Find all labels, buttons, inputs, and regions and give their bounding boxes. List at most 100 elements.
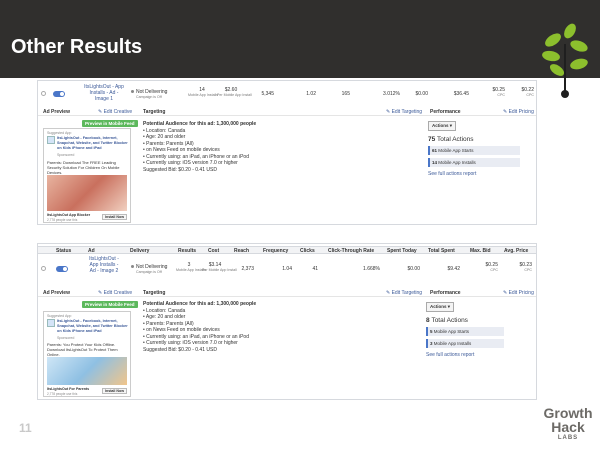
col-max-bid[interactable]: Max. Bid [470,248,491,254]
suggested-label: Suggested App [47,131,72,135]
col-clicks[interactable]: Clicks [300,248,315,254]
max-bid-cell: $0.25 CPC [478,262,498,272]
edit-creative-link[interactable]: ✎ Edit Creative [98,109,132,115]
results-cell: 14 Mobile App Installs [188,87,218,97]
results-sub: Mobile App Installs [188,93,218,97]
metric-mobile-app-installs[interactable]: 14 Mobile App Installs [428,158,520,167]
app-name: ItsLightsOut For Parents [47,387,90,391]
total-actions: 8 Total Actions [426,317,468,324]
targeting-list: Location: Canada Age: 20 and older Paren… [143,128,373,167]
cost-sub: Per Mobile App Install [217,93,252,97]
col-delivery[interactable]: Delivery [130,248,149,254]
metric-label: Mobile App Starts [433,329,470,334]
ad-report-panel-1: ItsLightsOut - App Installs - Ad - Image… [37,80,537,225]
preview-mobile-feed-button[interactable]: Preview in Mobile Feed [82,120,138,127]
status-toggle[interactable] [53,91,65,97]
frequency-value: 1.02 [306,91,316,97]
col-frequency[interactable]: Frequency [263,248,288,254]
slide-title: Other Results [11,36,143,58]
col-avg-price[interactable]: Avg. Price [504,248,528,254]
total-actions-label: Total Actions [437,136,474,143]
spent-today-value: $0.00 [415,91,428,97]
performance-heading: Performance [430,109,461,115]
targeting-heading: Targeting [143,109,166,115]
app-users: 2,778 people use this [47,392,78,396]
metric-mobile-app-starts[interactable]: 5 Mobile App Starts [426,327,504,336]
col-results[interactable]: Results [178,248,196,254]
edit-targeting-link[interactable]: ✎ Edit Targeting [386,109,422,115]
targeting-heading: Targeting [143,290,166,296]
leaf-logo-icon [542,23,588,98]
edit-pricing-link[interactable]: ✎ Edit Pricing [503,109,534,115]
clicks-value: 41 [312,266,318,272]
total-actions-count: 75 [428,136,436,143]
col-ctr[interactable]: Click-Through Rate [328,248,374,254]
total-actions-count: 8 [426,317,430,324]
table-row: ItsLightsOut - App Installs - Ad - Image… [38,83,536,105]
ad-body: Parents: You Protect Your Kids Offline. … [47,342,118,357]
potential-audience: Potential Audience for this ad: 1,300,00… [143,301,257,307]
metric-mobile-app-starts[interactable]: 61 Mobile App Starts [428,146,520,155]
avg-price-sub: CPC [524,268,532,272]
delivery-sub: Campaign is Off [136,270,162,274]
actions-dropdown[interactable]: Actions ▾ [426,302,455,312]
preview-mobile-feed-button[interactable]: Preview in Mobile Feed [82,301,138,308]
max-bid-sub: CPC [490,268,498,272]
spent-today-value: $0.00 [407,266,420,272]
suggested-label: Suggested App [47,314,72,318]
ad-body: Parents: Download The FREE Leading Secur… [47,160,120,175]
see-full-actions-link[interactable]: See full actions report [428,171,476,177]
brand-line-1: Growth [543,405,593,421]
col-ad[interactable]: Ad [88,248,95,254]
potential-audience: Potential Audience for this ad: 1,300,00… [143,121,257,127]
ad-preview-card: Suggested App ItsLightsOut - Facebook, I… [43,311,131,397]
metric-count: 5 [430,329,433,334]
total-spent-value: $36.45 [453,91,469,97]
avg-price-cell: $0.23 CPC [512,262,532,272]
ad-name-link[interactable]: ItsLightsOut - App Installs - Ad - Image… [87,256,121,274]
cost-cell: $2.60 Per Mobile App Install [217,87,252,97]
col-reach[interactable]: Reach [234,248,249,254]
see-full-actions-link[interactable]: See full actions report [426,352,474,358]
status-dot-icon [131,90,134,94]
col-spent-today[interactable]: Spent Today [387,248,417,254]
edit-pricing-link[interactable]: ✎ Edit Pricing [503,290,534,296]
col-total-spent[interactable]: Total Spent [428,248,455,254]
edit-targeting-link[interactable]: ✎ Edit Targeting [386,290,422,296]
delivery-status: Not Delivering Campaign is Off [131,264,167,274]
col-cost[interactable]: Cost [208,248,219,254]
row-checkbox[interactable] [41,266,46,271]
sponsored-label: Sponsored [57,153,75,157]
app-users: 2,778 people use this [47,218,78,222]
brand-line-3: LABS [557,435,579,441]
row-checkbox[interactable] [41,91,46,96]
ctr-value: 1.668% [363,266,380,272]
col-status[interactable]: Status [56,248,71,254]
suggested-bid: Suggested Bid: $0.20 - 0.41 USD [143,166,217,173]
ad-header: ItsLightsOut - Facebook, Internet, Snapc… [57,319,128,333]
total-actions-label: Total Actions [431,317,468,324]
ad-image [47,175,127,211]
table-header: Status Ad Delivery Results Cost Reach Fr… [38,246,536,254]
brand-line-2: Hack [551,419,585,435]
results-cell: 3 Mobile App Installs [176,262,206,272]
metric-label: Mobile App Installs [433,341,472,346]
frequency-value: 1.04 [282,266,292,272]
delivery-status: Not Delivering Campaign is Off [131,89,167,99]
performance-heading: Performance [430,290,461,296]
metric-mobile-app-installs[interactable]: 3 Mobile App Installs [426,339,504,348]
install-now-button[interactable]: Install Now [102,388,127,394]
total-spent-value: $9.42 [447,266,460,272]
app-icon [47,136,55,144]
results-sub: Mobile App Installs [176,268,206,272]
edit-creative-link[interactable]: ✎ Edit Creative [98,290,132,296]
max-bid-cell: $0.25 CPC [485,87,505,97]
status-toggle[interactable] [56,266,68,272]
ad-name-link[interactable]: ItsLightsOut - App Installs - Ad - Image… [84,84,124,102]
install-now-button[interactable]: Install Now [102,214,127,220]
reach-value: 2,373 [241,266,254,272]
avg-price-sub: CPC [526,93,534,97]
cost-cell: $3.14 Per Mobile App Install [202,262,237,272]
avg-price-cell: $0.22 CPC [514,87,534,97]
actions-dropdown[interactable]: Actions ▾ [428,121,457,131]
